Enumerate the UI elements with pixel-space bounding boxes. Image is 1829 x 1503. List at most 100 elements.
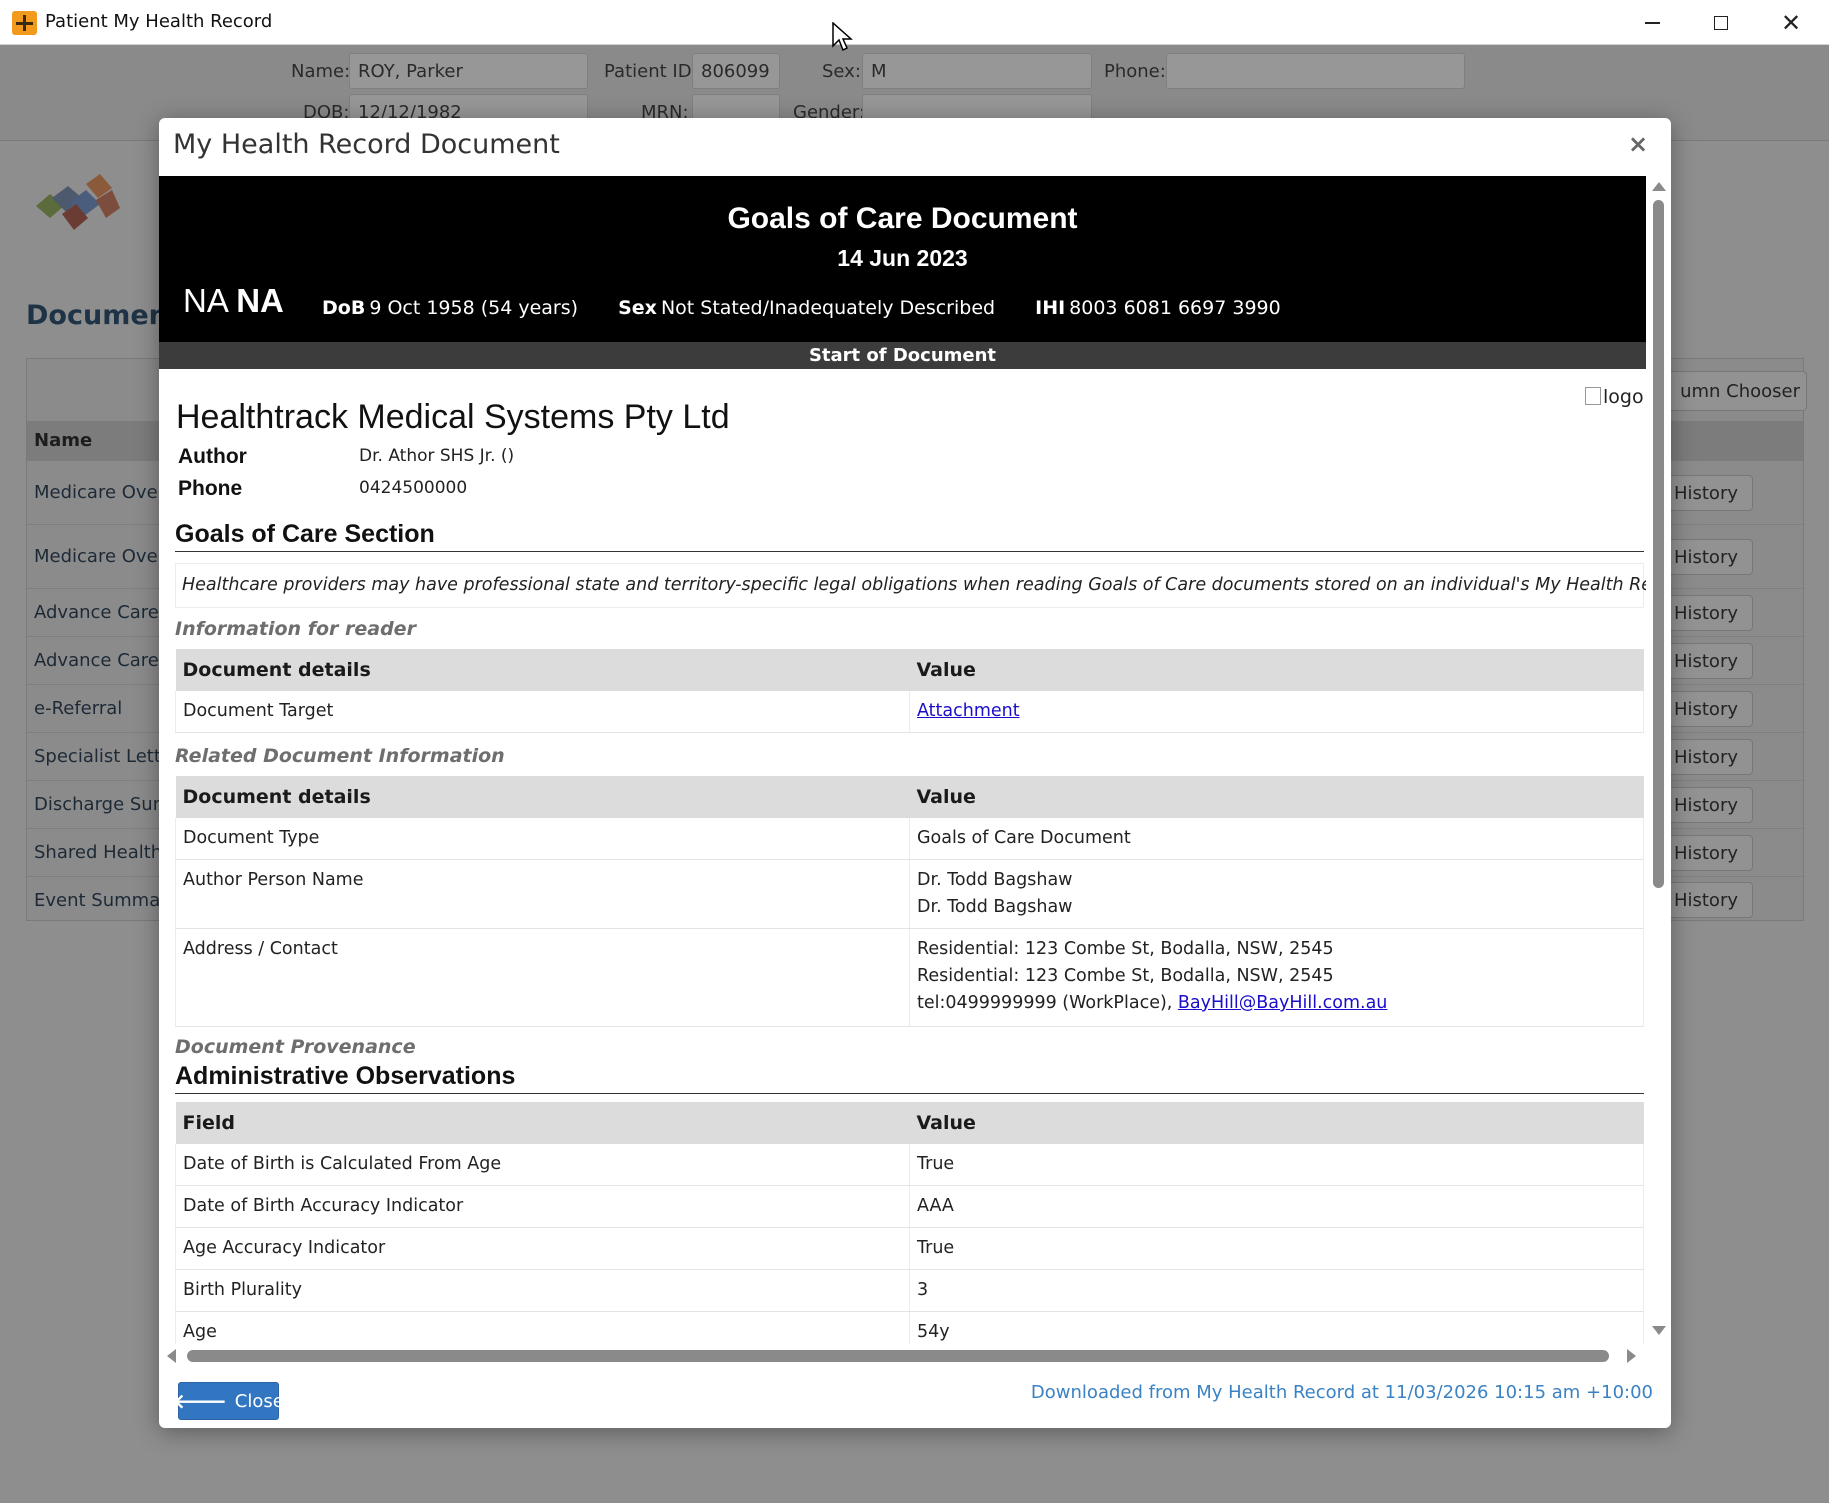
- modal-title: My Health Record Document: [173, 129, 560, 160]
- ihi-key: IHI: [1035, 297, 1066, 319]
- field-cell: Date of Birth Accuracy Indicator: [175, 1185, 910, 1228]
- history-button[interactable]: History: [1657, 787, 1753, 823]
- history-button[interactable]: History: [1657, 539, 1753, 575]
- row-name: Specialist Letter: [34, 746, 180, 767]
- value-cell: AAA: [909, 1185, 1644, 1228]
- table-row: Date of Birth is Calculated From Age Tru…: [175, 1144, 1644, 1186]
- arrow-left-icon: 🡐: [173, 1389, 227, 1413]
- patient-id-label: Patient ID:: [604, 61, 698, 82]
- document-header: Goals of Care Document 14 Jun 2023 NA NA…: [159, 176, 1646, 342]
- horizontal-scrollbar[interactable]: [159, 1344, 1646, 1368]
- mouse-cursor-icon: [832, 22, 853, 52]
- value-cell: Residential: 123 Combe St, Bodalla, NSW,…: [909, 928, 1644, 1027]
- field-cell: Age Accuracy Indicator: [175, 1227, 910, 1270]
- column-header: Value: [909, 649, 1644, 691]
- value-cell: Dr. Todd Bagshaw Dr. Todd Bagshaw: [909, 859, 1644, 929]
- address-line: Residential: 123 Combe St, Bodalla, NSW,…: [917, 939, 1334, 959]
- scroll-left-icon[interactable]: [167, 1349, 176, 1363]
- scroll-down-icon[interactable]: [1652, 1326, 1666, 1335]
- sex-key: Sex: [618, 297, 657, 319]
- table-row: Date of Birth Accuracy Indicator AAA: [175, 1185, 1644, 1228]
- history-button[interactable]: History: [1657, 739, 1753, 775]
- value-cell: True: [909, 1227, 1644, 1270]
- value-cell: Attachment: [909, 691, 1644, 733]
- phone-value: 0424500000: [359, 478, 468, 498]
- author-label: Author: [178, 445, 247, 468]
- email-link[interactable]: BayHill@BayHill.com.au: [1178, 993, 1387, 1013]
- patient-demographics: DoB 9 Oct 1958 (54 years) Sex Not Stated/I…: [322, 297, 1315, 319]
- vertical-scroll-thumb[interactable]: [1653, 200, 1664, 888]
- document-viewer[interactable]: Goals of Care Document 14 Jun 2023 NA NA…: [159, 176, 1646, 1428]
- downloaded-timestamp: Downloaded from My Health Record at 11/0…: [1030, 1382, 1653, 1403]
- my-health-record-logo: [36, 174, 120, 230]
- history-button[interactable]: History: [1657, 643, 1753, 679]
- document-title: Goals of Care Document: [727, 202, 1078, 235]
- value-cell: True: [909, 1144, 1644, 1186]
- ihi-group: IHI 8003 6081 6697 3990: [1035, 297, 1281, 319]
- document-modal: My Health Record Document × Goals of Car…: [159, 118, 1671, 1428]
- patient-id-field[interactable]: 806099: [692, 53, 780, 89]
- contact-line: tel:0499999999 (WorkPlace), BayHill@BayH…: [917, 990, 1636, 1017]
- maximize-button[interactable]: [1696, 6, 1746, 40]
- history-button[interactable]: History: [1657, 691, 1753, 727]
- history-button[interactable]: History: [1657, 475, 1753, 511]
- minimize-button[interactable]: [1627, 6, 1677, 40]
- field-cell: Date of Birth is Calculated From Age: [175, 1144, 910, 1186]
- close-button-label: Close: [234, 1390, 284, 1412]
- name-label: Name:: [291, 61, 351, 82]
- sex-value: Not Stated/Inadequately Described: [660, 297, 996, 319]
- app-plus-icon: [12, 11, 37, 35]
- broken-logo-image: logo: [1585, 386, 1644, 408]
- history-button[interactable]: History: [1657, 835, 1753, 871]
- dob-value: 9 Oct 1958 (54 years): [369, 297, 579, 319]
- administrative-observations-heading: Administrative Observations: [175, 1062, 1644, 1094]
- name-field[interactable]: ROY, Parker: [349, 53, 588, 89]
- author-value: Dr. Athor SHS Jr. (): [359, 446, 515, 466]
- column-header: Document details: [175, 776, 910, 818]
- field-cell: Document Target: [175, 691, 910, 733]
- phone-field[interactable]: [1166, 53, 1465, 89]
- history-button[interactable]: History: [1657, 595, 1753, 631]
- table-row: Document Type Goals of Care Document: [175, 818, 1644, 860]
- author-line: Dr. Todd Bagshaw: [917, 897, 1073, 917]
- vertical-scrollbar[interactable]: [1646, 176, 1671, 1344]
- row-name: Event Summary: [34, 890, 179, 911]
- table-row: Author Person Name Dr. Todd Bagshaw Dr. …: [175, 859, 1644, 929]
- window-close-button[interactable]: ✕: [1766, 6, 1816, 40]
- document-date: 14 Jun 2023: [837, 245, 968, 271]
- window-title-bar: Patient My Health Record ✕: [0, 0, 1829, 45]
- column-header: Document details: [175, 649, 910, 691]
- close-button[interactable]: 🡐 Close: [173, 1382, 284, 1420]
- dob-group: DoB 9 Oct 1958 (54 years): [322, 297, 578, 319]
- related-document-table: Document details Value Document Type Goa…: [175, 776, 1644, 1027]
- field-cell: Document Type: [175, 818, 910, 860]
- sex-field[interactable]: M: [862, 53, 1092, 89]
- table-row: Address / Contact Residential: 123 Combe…: [175, 928, 1644, 1027]
- row-name: e-Referral: [34, 698, 123, 719]
- table-header-row: Field Value: [175, 1102, 1644, 1144]
- maximize-icon: [1714, 16, 1728, 30]
- table-row: Document Target Attachment: [175, 691, 1644, 733]
- table-header-row: Document details Value: [175, 776, 1644, 818]
- related-document-heading: Related Document Information: [175, 745, 505, 767]
- field-cell: Birth Plurality: [175, 1269, 910, 1312]
- table-row: Age Accuracy Indicator True: [175, 1227, 1644, 1270]
- dob-key: DoB: [322, 297, 366, 319]
- scroll-right-icon[interactable]: [1627, 1349, 1636, 1363]
- sex-label: Sex:: [822, 61, 861, 82]
- sex-group: Sex Not Stated/Inadequately Described: [618, 297, 995, 319]
- minimize-icon: [1644, 22, 1660, 24]
- horizontal-scroll-thumb[interactable]: [187, 1350, 1609, 1362]
- attachment-link[interactable]: Attachment: [917, 701, 1020, 721]
- start-of-document-bar: Start of Document: [159, 342, 1646, 369]
- modal-close-icon[interactable]: ×: [1628, 130, 1648, 158]
- field-cell: Author Person Name: [175, 859, 910, 929]
- organisation-name: Healthtrack Medical Systems Pty Ltd: [176, 398, 730, 436]
- column-chooser-button[interactable]: umn Chooser: [1657, 371, 1807, 411]
- row-name: Medicare Overv: [34, 482, 176, 503]
- legal-notice: Healthcare providers may have profession…: [175, 563, 1646, 608]
- scroll-up-icon[interactable]: [1652, 182, 1666, 191]
- history-button[interactable]: History: [1657, 882, 1753, 918]
- value-cell: 3: [909, 1269, 1644, 1312]
- author-line: Dr. Todd Bagshaw: [917, 870, 1073, 890]
